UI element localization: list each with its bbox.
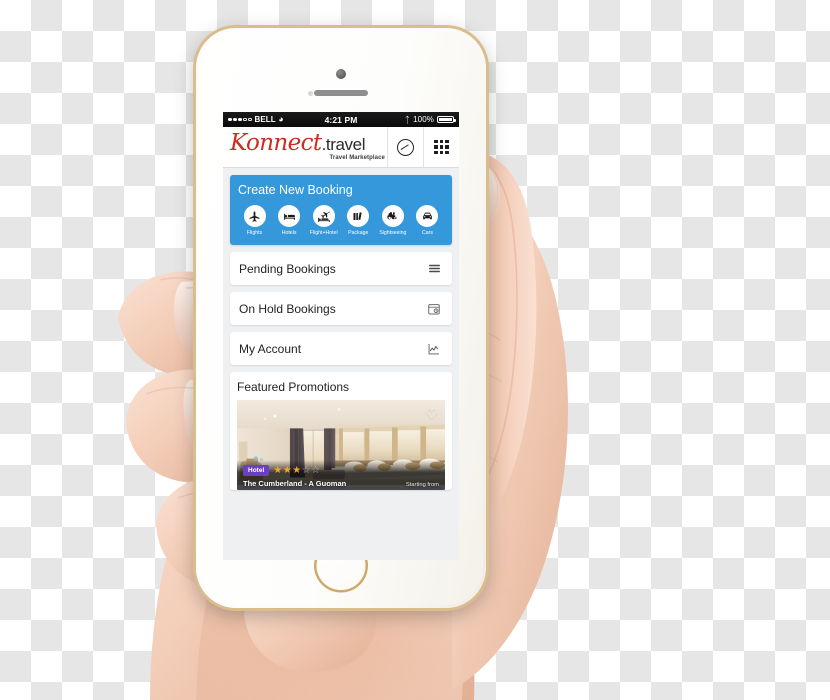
proximity-sensor-icon: [308, 91, 313, 96]
logo-konnect-text: Konnect: [230, 130, 322, 157]
bed-icon: [278, 205, 301, 227]
screen-content: Create New Booking Flights Hotels Flight…: [223, 168, 459, 490]
promo-meta: Hotel ★ ★ ★ ☆ ☆: [243, 465, 320, 476]
battery-percent-label: 100%: [413, 115, 434, 124]
gauge-icon: [397, 138, 414, 156]
category-label: Sightseeing: [379, 230, 407, 236]
row-my-account[interactable]: My Account: [230, 332, 452, 365]
row-label: Pending Bookings: [239, 261, 336, 276]
signal-strength-icon: [228, 117, 252, 122]
booking-category-list: Flights Hotels Flight+Hotel Package Sigh…: [238, 205, 444, 236]
app-logo[interactable]: Konnect .travel Travel Marketplace: [223, 127, 387, 167]
apps-grid-button[interactable]: [423, 127, 459, 167]
row-on-hold-bookings[interactable]: On Hold Bookings: [230, 292, 452, 325]
carrier-label: BELL: [254, 115, 276, 124]
row-pending-bookings[interactable]: Pending Bookings: [230, 252, 452, 285]
battery-icon: [437, 115, 456, 124]
logo-tagline: Travel Marketplace: [329, 154, 385, 161]
category-label: Package: [348, 230, 369, 236]
grid-icon: [434, 139, 449, 155]
promo-price-label: Starting from: [405, 482, 439, 488]
category-flight-hotel[interactable]: Flight+Hotel: [307, 205, 340, 236]
chart-line-icon: [425, 340, 443, 358]
category-label: Hotels: [281, 230, 297, 236]
category-cars[interactable]: Cars: [411, 205, 444, 236]
create-new-booking-panel: Create New Booking Flights Hotels Flight…: [230, 175, 452, 245]
earpiece-speaker: [314, 90, 368, 96]
status-badge: Hotel: [243, 465, 270, 476]
category-label: Cars: [421, 230, 433, 236]
clock-label: 4:21 PM: [324, 114, 358, 125]
star-rating: ★ ★ ★ ☆ ☆: [273, 464, 321, 476]
car-icon: [416, 205, 439, 227]
category-sightseeing[interactable]: Sightseeing: [376, 205, 409, 236]
status-right: ᛏ 100%: [404, 114, 456, 125]
row-label: On Hold Bookings: [239, 301, 336, 316]
phone-screen: BELL ◕ 4:21 PM ᛏ 100% Konnect .travel Tr…: [223, 112, 459, 560]
binoculars-icon: [381, 205, 404, 227]
logo-travel-text: .travel: [321, 135, 366, 155]
category-label: Flights: [246, 230, 263, 236]
airplane-bed-icon: [312, 205, 335, 227]
calendar-clock-icon: [425, 300, 443, 318]
status-bar: BELL ◕ 4:21 PM ᛏ 100%: [223, 112, 459, 127]
dashboard-gauge-button[interactable]: [387, 127, 423, 167]
promo-card[interactable]: ♡ Hotel ★ ★ ★ ☆ ☆ The Cumberland - A Guo…: [237, 400, 445, 490]
bluetooth-icon: ᛏ: [404, 114, 411, 125]
featured-promotions-title: Featured Promotions: [237, 380, 350, 394]
status-left: BELL ◕: [228, 115, 284, 124]
front-camera-icon: [336, 69, 346, 79]
row-label: My Account: [239, 341, 302, 356]
airplane-icon: [243, 205, 266, 227]
phone-device: BELL ◕ 4:21 PM ᛏ 100% Konnect .travel Tr…: [196, 28, 486, 608]
promo-hotel-name: The Cumberland - A Guoman: [243, 479, 347, 488]
wifi-icon: ◕: [278, 114, 284, 124]
category-flights[interactable]: Flights: [238, 205, 271, 236]
category-label: Flight+Hotel: [309, 230, 338, 236]
category-package[interactable]: Package: [342, 205, 375, 236]
list-lines-icon: [425, 260, 443, 278]
luggage-icon: [347, 205, 370, 227]
category-hotels[interactable]: Hotels: [273, 205, 306, 236]
featured-promotions-card: Featured Promotions ♡ Hotel ★ ★ ★ ☆ ☆ Th…: [230, 372, 452, 490]
heart-icon[interactable]: ♡: [425, 406, 438, 420]
create-new-booking-title: Create New Booking: [238, 183, 353, 197]
app-header: Konnect .travel Travel Marketplace: [223, 127, 459, 168]
